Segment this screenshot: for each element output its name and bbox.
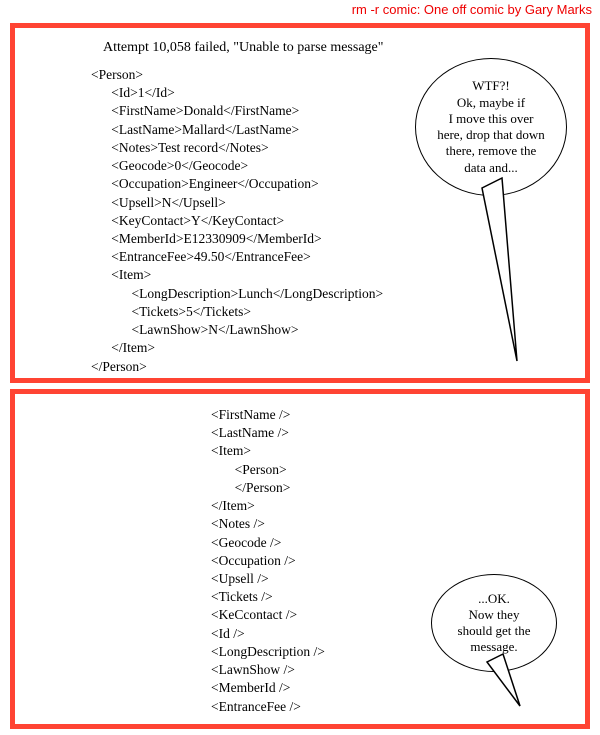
speech-bubble-2: ...OK. Now they should get the message. (431, 574, 557, 672)
xml-content-2: <FirstName /> <LastName /> <Item> <Perso… (211, 406, 569, 716)
speech-text-2: ...OK. Now they should get the message. (458, 591, 531, 656)
speech-text-1: WTF?! Ok, maybe if I move this over here… (437, 78, 545, 176)
panel-1: Attempt 10,058 failed, "Unable to parse … (10, 23, 590, 383)
speech-bubble-1: WTF?! Ok, maybe if I move this over here… (415, 58, 567, 196)
error-message: Attempt 10,058 failed, "Unable to parse … (103, 40, 569, 56)
comic-title: rm -r comic: One off comic by Gary Marks (0, 0, 600, 17)
panel-2: <FirstName /> <LastName /> <Item> <Perso… (10, 389, 590, 729)
